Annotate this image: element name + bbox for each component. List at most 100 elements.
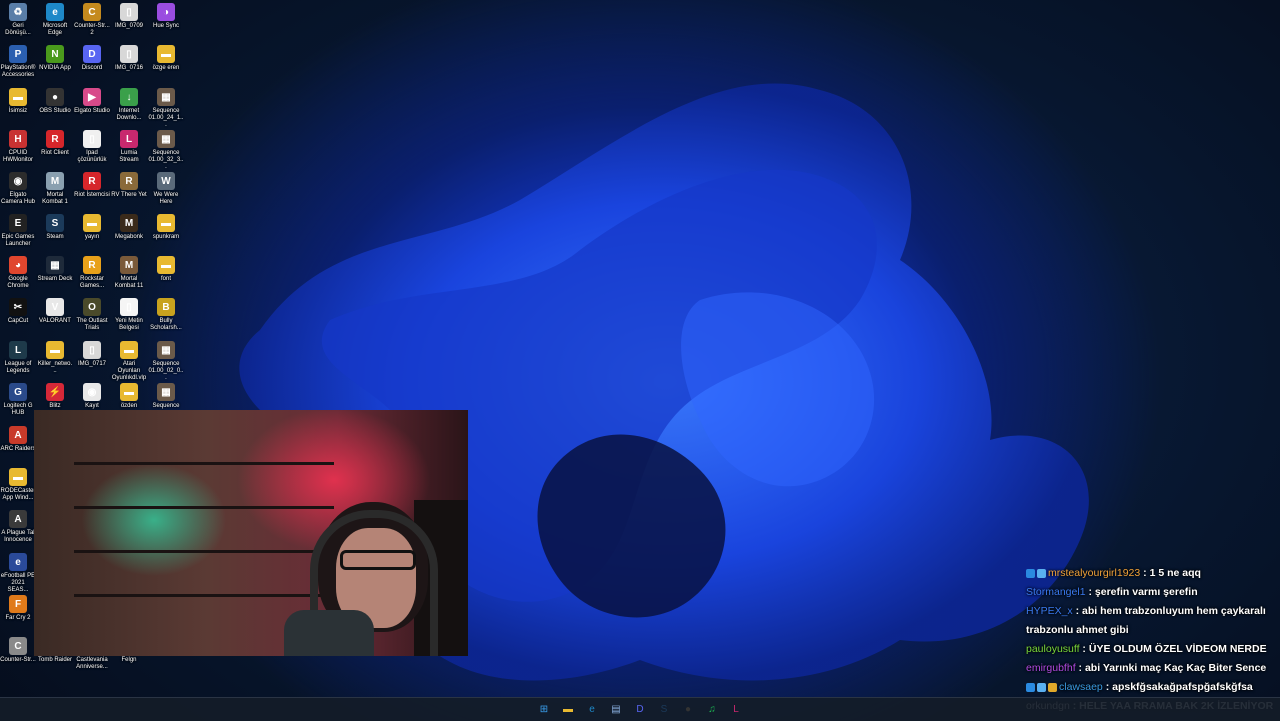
desktop-icon[interactable]: ▬ spunkram [148,214,184,241]
desktop-icon[interactable]: ▬ font [148,256,184,283]
desktop-icon-label: VALORANT [39,318,71,324]
desktop-icon[interactable]: B Bully Scholarsh... [148,298,184,332]
desktop-icon-label: Elgato Studio [74,108,110,114]
desktop-icon[interactable]: F Far Cry 2 [0,595,36,622]
chat-message: emirgubfhf : abi Yarınki maç Kaç Kaç Bit… [1026,659,1278,678]
desktop-icon-label: CPUID HWMonitor [2,150,33,163]
desktop-icon[interactable]: ▦ Sequence 01.00_02_0... [148,341,184,382]
desktop-icon[interactable]: ▬ Killer_netwo... [37,341,73,375]
obs-icon[interactable]: ● [679,701,697,719]
chat-separator: : [1085,586,1095,598]
desktop-icon[interactable]: H CPUID HWMonitor [0,130,36,164]
chat-badge-icon [1026,568,1035,578]
desktop-icon[interactable]: ▬ RODECaster App Wind... [0,468,36,502]
lumia-icon[interactable]: L [727,701,745,719]
desktop-icon[interactable]: E Epic Games Launcher [0,214,36,248]
desktop-icon-label: font [160,276,171,282]
desktop-icon[interactable]: ▯ Yeni Metin Belgesi [111,298,147,332]
file-explorer-icon[interactable]: ▬ [559,701,577,719]
desktop-icon-label: Mortal Kombat 11 [114,276,144,289]
desktop-icon-label: League of Legends [4,361,32,374]
file-icon: ▯ [83,341,101,359]
desktop-icon[interactable]: R Riot İstemcisi [74,172,110,199]
desktop-icon[interactable]: ▯ IMG_0717 [74,341,110,368]
video-thumb-icon: ▦ [157,383,175,401]
desktop-icon[interactable]: ▦ Stream Deck [37,256,73,283]
far-cry-icon: F [9,595,27,613]
capcut-icon: ✂ [9,298,27,316]
desktop-icon[interactable]: A A Plague Tal Innocence [0,510,36,544]
desktop-icon[interactable]: e Microsoft Edge [37,3,73,37]
desktop-icon[interactable]: ◕ Google Chrome [0,256,36,290]
desktop-icon[interactable]: ◉ Elgato Camera Hub [0,172,36,206]
desktop-icon[interactable]: ▯ IMG_0709 [111,3,147,30]
desktop-icon-label: The Outlast Trials [76,318,108,331]
start-icon[interactable]: ⊞ [535,701,553,719]
desktop-icon[interactable]: S Steam [37,214,73,241]
desktop-icon[interactable]: V VALORANT [37,298,73,325]
discord-icon[interactable]: D [631,701,649,719]
desktop-icon[interactable]: ▬ özge eren [148,45,184,72]
desktop-icon[interactable]: ▦ Sequence [148,383,184,410]
microphone [284,610,374,656]
desktop-icon[interactable]: ▬ özden [111,383,147,410]
chat-username: clawsaep [1059,681,1103,693]
desktop-icon[interactable]: D Discord [74,45,110,72]
desktop-icon-label: OBS Studio [39,108,71,114]
chat-message: pauloyusuff : ÜYE OLDUM ÖZEL VİDEOM NERD… [1026,640,1278,659]
desktop-icon[interactable]: e eFootball PE 2021 SEAS... [0,553,36,594]
file-icon: ▯ [120,3,138,21]
desktop-icon[interactable]: C Counter-Str... [0,637,36,664]
spotify-icon[interactable]: ♫ [703,701,721,719]
cs-icon: C [9,637,27,655]
steam-icon[interactable]: S [655,701,673,719]
desktop-icon-label: RV There Yet [111,192,147,198]
desktop-icon[interactable]: ▬ İsimsiz [0,88,36,115]
chat-username: HYPEX_x [1026,605,1073,617]
desktop-icon-label: Elgato Camera Hub [0,192,35,205]
desktop-icon[interactable]: R Riot Client [37,130,73,157]
desktop-icon[interactable]: L League of Legends [0,341,36,375]
desktop-icon-label: Sequence 01.00_32_3... [148,150,184,170]
desktop-icon[interactable]: ▯ IMG_0716 [111,45,147,72]
folder-icon: ▬ [83,214,101,232]
desktop-icon-label: IMG_0709 [114,23,144,29]
desktop-icon[interactable]: ● OBS Studio [37,88,73,115]
desktop-icon[interactable]: ▯ Ipad çözünürlük [74,130,110,164]
desktop-icon[interactable]: A ARC Raiders [0,426,36,453]
desktop-icon-label: özden [120,403,138,409]
desktop-icon[interactable]: ▦ Sequence 01.00_24_1... [148,88,184,129]
desktop-icon[interactable]: M Mortal Kombat 11 [111,256,147,290]
desktop-icon[interactable]: ◉ Kayıt [74,383,110,410]
desktop-icon[interactable]: ▬ yayın [74,214,110,241]
notepad-icon[interactable]: ▤ [607,701,625,719]
desktop-icon[interactable]: ⚡ Blitz [37,383,73,410]
desktop-icon[interactable]: R Rockstar Games... [74,256,110,290]
desktop-icon[interactable]: ♻ Geri Dönüşü... [0,3,36,37]
desktop-icon[interactable]: ▬ Atari Oyunları Oyunlıkdl.vlp [111,341,147,382]
desktop-icon[interactable]: ↓ Internet Downlo... [111,88,147,122]
desktop-icon-label: IMG_0717 [77,361,107,367]
desktop-icon[interactable]: G Logitech G HUB [0,383,36,417]
edge-icon[interactable]: e [583,701,601,719]
desktop-icon[interactable]: ◑ Hue Sync [148,3,184,30]
desktop-icon[interactable]: M Megabonk [111,214,147,241]
desktop-icon-label: Killer_netwo... [37,361,73,374]
desktop-icon[interactable]: ▶ Elgato Studio [74,88,110,115]
folder-icon: ▬ [157,214,175,232]
desktop-icon[interactable]: P PlayStation® Accessories [0,45,36,79]
desktop-icon-label: Steam [46,234,64,240]
desktop-icon[interactable]: L Lumia Stream [111,130,147,164]
steam-icon: S [46,214,64,232]
desktop-icon[interactable]: N NVIDIA App [37,45,73,72]
chat-message: HYPEX_x : abi hem trabzonluyum hem çayka… [1026,602,1278,640]
desktop-icon[interactable]: ✂ CapCut [0,298,36,325]
desktop-icon[interactable]: M Mortal Kombat 1 [37,172,73,206]
recycle-bin-icon: ♻ [9,3,27,21]
desktop-icon[interactable]: R RV There Yet [111,172,147,199]
desktop-icon[interactable]: O The Outlast Trials [74,298,110,332]
desktop-icon-label: Geri Dönüşü... [5,23,31,36]
desktop-icon[interactable]: ▦ Sequence 01.00_32_3... [148,130,184,171]
desktop-icon[interactable]: C Counter-Str... 2 [74,3,110,37]
desktop-icon[interactable]: W We Were Here [148,172,184,206]
